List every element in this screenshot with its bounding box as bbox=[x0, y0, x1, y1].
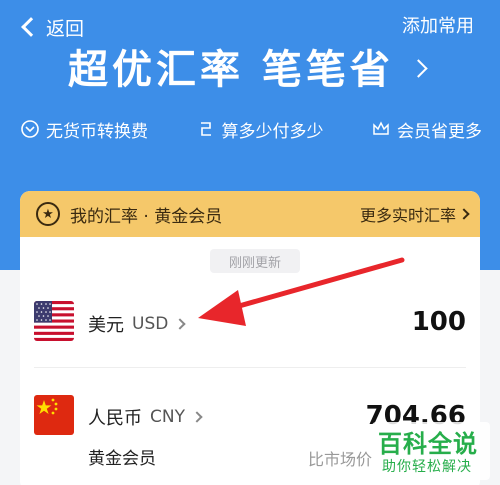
card-title-text: 我的汇率 · 黄金会员 bbox=[70, 206, 223, 227]
exchange-icon bbox=[200, 122, 211, 136]
feature-pay-exact: 算多少付多少 bbox=[196, 116, 324, 142]
us-flag-icon bbox=[34, 301, 74, 341]
updated-badge: 刚刚更新 bbox=[210, 249, 300, 273]
feature-label: 算多少付多少 bbox=[221, 121, 324, 142]
amount-usd[interactable]: 100 bbox=[412, 307, 466, 337]
crown-icon bbox=[373, 121, 389, 135]
chevron-right-icon bbox=[174, 318, 186, 330]
currency-code: USD bbox=[132, 314, 169, 334]
watermark: 百科全说 助你轻松解决 bbox=[372, 422, 490, 480]
card-header: ★ 我的汇率 · 黄金会员 更多实时汇率 bbox=[20, 191, 480, 237]
card-title: ★ 我的汇率 · 黄金会员 bbox=[36, 202, 222, 227]
feature-member-savings: 会员省更多 bbox=[371, 116, 482, 142]
star-icon: ★ bbox=[36, 202, 60, 226]
feature-label: 会员省更多 bbox=[397, 121, 482, 142]
currency-selector-cny[interactable]: 人民币 CNY bbox=[88, 404, 203, 430]
currency-code: CNY bbox=[150, 407, 185, 427]
add-favorite-button[interactable]: 添加常用 bbox=[402, 14, 474, 40]
more-rates-link[interactable]: 更多实时汇率 bbox=[359, 202, 470, 226]
watermark-main: 百科全说 bbox=[378, 430, 478, 458]
cn-flag-icon bbox=[34, 395, 74, 435]
member-label: 黄金会员 bbox=[88, 449, 156, 469]
coin-icon bbox=[21, 120, 39, 138]
chevron-right-icon bbox=[191, 411, 203, 423]
chevron-left-icon bbox=[21, 17, 41, 37]
currency-name: 美元 bbox=[88, 315, 124, 336]
more-rates-label: 更多实时汇率 bbox=[359, 206, 456, 225]
currency-row-usd[interactable]: 美元 USD 100 bbox=[20, 299, 480, 359]
hero-headline: 超优汇率 笔笔省 bbox=[68, 47, 394, 93]
chevron-right-icon bbox=[458, 208, 470, 220]
currency-name: 人民币 bbox=[88, 408, 142, 429]
market-compare-label: 比市场价 bbox=[308, 450, 373, 469]
back-button[interactable]: 返回 bbox=[20, 14, 84, 40]
back-label: 返回 bbox=[46, 17, 85, 40]
feature-label: 无货币转换费 bbox=[46, 121, 148, 142]
divider bbox=[34, 367, 466, 368]
feature-no-conversion-fee: 无货币转换费 bbox=[20, 116, 148, 142]
feature-list: 无货币转换费 算多少付多少 会员省更多 bbox=[20, 116, 482, 142]
watermark-sub: 助你轻松解决 bbox=[382, 459, 472, 475]
currency-selector-usd[interactable]: 美元 USD bbox=[88, 311, 186, 337]
